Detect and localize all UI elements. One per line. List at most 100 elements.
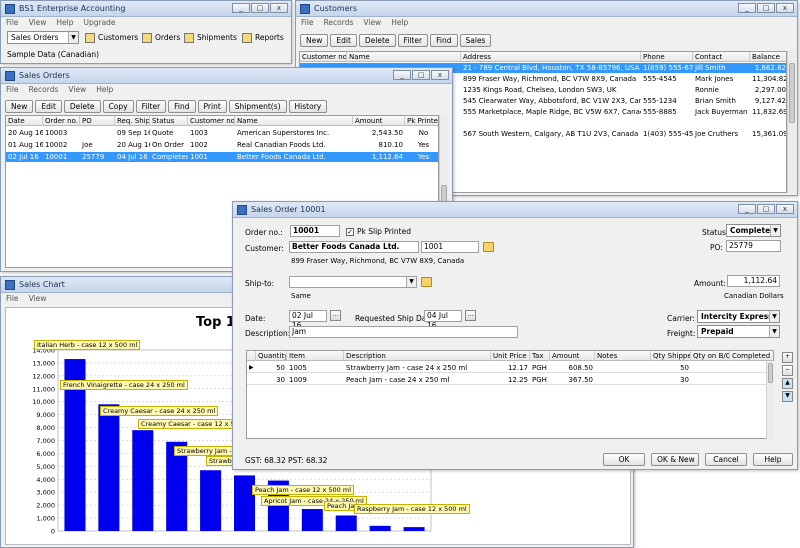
nav-customers[interactable]: Customers (85, 33, 138, 43)
chevron-down-icon[interactable]: ▼ (770, 225, 780, 236)
close-icon[interactable]: x (776, 204, 794, 214)
col-customer-no[interactable]: Customer no. (188, 116, 235, 126)
new-button[interactable]: New (5, 99, 34, 113)
sales-button[interactable]: Sales (459, 33, 492, 47)
col-contact[interactable]: Contact (693, 52, 750, 62)
order-no-field[interactable]: 10001 (290, 225, 340, 237)
customer-field[interactable]: Better Foods Canada Ltd. (289, 241, 419, 253)
col-quantity[interactable]: Quantity (256, 351, 287, 361)
find-button[interactable]: Find (168, 99, 196, 113)
customers-title-bar[interactable]: Customers _ □ x (296, 1, 797, 17)
col-pk-printed[interactable]: Pk Printed (405, 116, 438, 126)
maximize-icon[interactable]: □ (757, 3, 775, 13)
col-qty-shipped[interactable]: Qty Shipped (651, 351, 691, 361)
ok-new-button[interactable]: OK & New (651, 453, 699, 466)
chevron-down-icon[interactable]: ▼ (406, 277, 416, 287)
nav-orders[interactable]: Orders (142, 33, 180, 43)
po-field[interactable]: 25779 (726, 240, 781, 252)
minimize-icon[interactable]: _ (738, 204, 756, 214)
col-unit-price[interactable]: Unit Price (491, 351, 530, 361)
move-up-icon[interactable]: ▲ (782, 378, 793, 389)
edit-button[interactable]: Edit (35, 99, 62, 113)
shipments-button[interactable]: Shipment(s) (228, 99, 287, 113)
order-lines-scrollbar[interactable] (766, 361, 774, 439)
col-date[interactable]: Date (6, 116, 43, 126)
customers-scrollbar[interactable] (787, 51, 796, 193)
ok-button[interactable]: OK (603, 453, 645, 466)
menu-help[interactable]: Help (391, 18, 408, 27)
folder-icon[interactable] (421, 277, 432, 287)
menu-records[interactable]: Records (29, 85, 59, 94)
col-po[interactable]: PO (80, 116, 115, 126)
remove-row-icon[interactable]: − (782, 365, 793, 376)
col-amount[interactable]: Amount (550, 351, 595, 361)
col-customer-no[interactable]: Customer no. (300, 52, 347, 62)
minimize-icon[interactable]: _ (232, 3, 250, 13)
col-order-no[interactable]: Order no. (43, 116, 80, 126)
req-ship-field[interactable]: 04 Jul 16 (424, 310, 462, 330)
col-name[interactable]: Name (347, 52, 461, 62)
scroll-thumb[interactable] (789, 63, 795, 123)
cancel-button[interactable]: Cancel (705, 453, 747, 466)
edit-button[interactable]: Edit (330, 33, 357, 47)
col-amount[interactable]: Amount (353, 116, 405, 126)
maximize-icon[interactable]: □ (757, 204, 775, 214)
menu-view[interactable]: View (29, 18, 47, 27)
date-picker-button[interactable]: ... (330, 310, 341, 321)
col-qty-on-bo[interactable]: Qty on B/O (691, 351, 730, 361)
close-icon[interactable]: x (270, 3, 288, 13)
minimize-icon[interactable]: _ (393, 70, 411, 80)
date-field[interactable]: 02 Jul 16 (289, 310, 327, 330)
maximize-icon[interactable]: □ (412, 70, 430, 80)
table-row[interactable]: 01 Aug 16 10002 Joe 20 Aug 16 On Order 1… (6, 140, 438, 150)
col-item[interactable]: Item (287, 351, 344, 361)
filter-button[interactable]: Filter (397, 33, 429, 47)
print-button[interactable]: Print (197, 99, 227, 113)
customer-no-field[interactable]: 1001 (421, 241, 479, 253)
menu-file[interactable]: File (301, 18, 314, 27)
pk-slip-checkbox[interactable]: ✓ Pk Slip Printed (346, 227, 411, 236)
freight-select[interactable]: Prepaid ▼ (697, 325, 780, 338)
new-button[interactable]: New (300, 33, 329, 47)
col-req-ship[interactable]: Req. Ship (115, 116, 150, 126)
close-icon[interactable]: x (776, 3, 794, 13)
col-phone[interactable]: Phone (641, 52, 693, 62)
copy-button[interactable]: Copy (102, 99, 134, 113)
table-row[interactable]: 02 Jul 16 10001 25779 04 Jul 16 Complete… (6, 152, 438, 162)
menu-view[interactable]: View (68, 85, 86, 94)
module-select[interactable]: Sales Orders ▼ (7, 31, 79, 44)
shipto-select[interactable]: ▼ (289, 276, 417, 288)
col-completed[interactable]: Completed (730, 351, 773, 361)
menu-upgrade[interactable]: Upgrade (83, 18, 115, 27)
menu-help[interactable]: Help (56, 18, 73, 27)
sales-orders-title-bar[interactable]: Sales Orders _ □ x (1, 68, 452, 84)
col-notes[interactable]: Notes (595, 351, 651, 361)
help-button[interactable]: Help (753, 453, 793, 466)
maximize-icon[interactable]: □ (251, 3, 269, 13)
move-down-icon[interactable]: ▼ (782, 391, 793, 402)
folder-icon[interactable] (483, 242, 494, 252)
col-name[interactable]: Name (235, 116, 353, 126)
chevron-down-icon[interactable]: ▼ (769, 326, 779, 337)
chevron-down-icon[interactable]: ▼ (68, 32, 78, 43)
table-row[interactable]: 30 1009 Peach Jam - case 24 x 250 ml 12.… (247, 375, 773, 385)
delete-button[interactable]: Delete (63, 99, 101, 113)
status-select[interactable]: Completed ▼ (726, 224, 781, 237)
menu-view[interactable]: View (363, 18, 381, 27)
table-row[interactable]: ▶ 50 1005 Strawberry Jam - case 24 x 250… (247, 363, 773, 373)
menu-file[interactable]: File (6, 18, 19, 27)
history-button[interactable]: History (288, 99, 328, 113)
bs1-title-bar[interactable]: BS1 Enterprise Accounting _ □ x (1, 1, 291, 17)
description-field[interactable]: Jam (289, 326, 518, 338)
menu-view[interactable]: View (29, 294, 47, 303)
col-balance[interactable]: Balance (750, 52, 786, 62)
col-tax[interactable]: Tax (530, 351, 550, 361)
menu-file[interactable]: File (6, 85, 19, 94)
col-description[interactable]: Description (344, 351, 491, 361)
chevron-down-icon[interactable]: ▼ (769, 311, 779, 322)
minimize-icon[interactable]: _ (738, 3, 756, 13)
menu-file[interactable]: File (6, 294, 19, 303)
menu-help[interactable]: Help (96, 85, 113, 94)
find-button[interactable]: Find (430, 33, 458, 47)
delete-button[interactable]: Delete (358, 33, 396, 47)
